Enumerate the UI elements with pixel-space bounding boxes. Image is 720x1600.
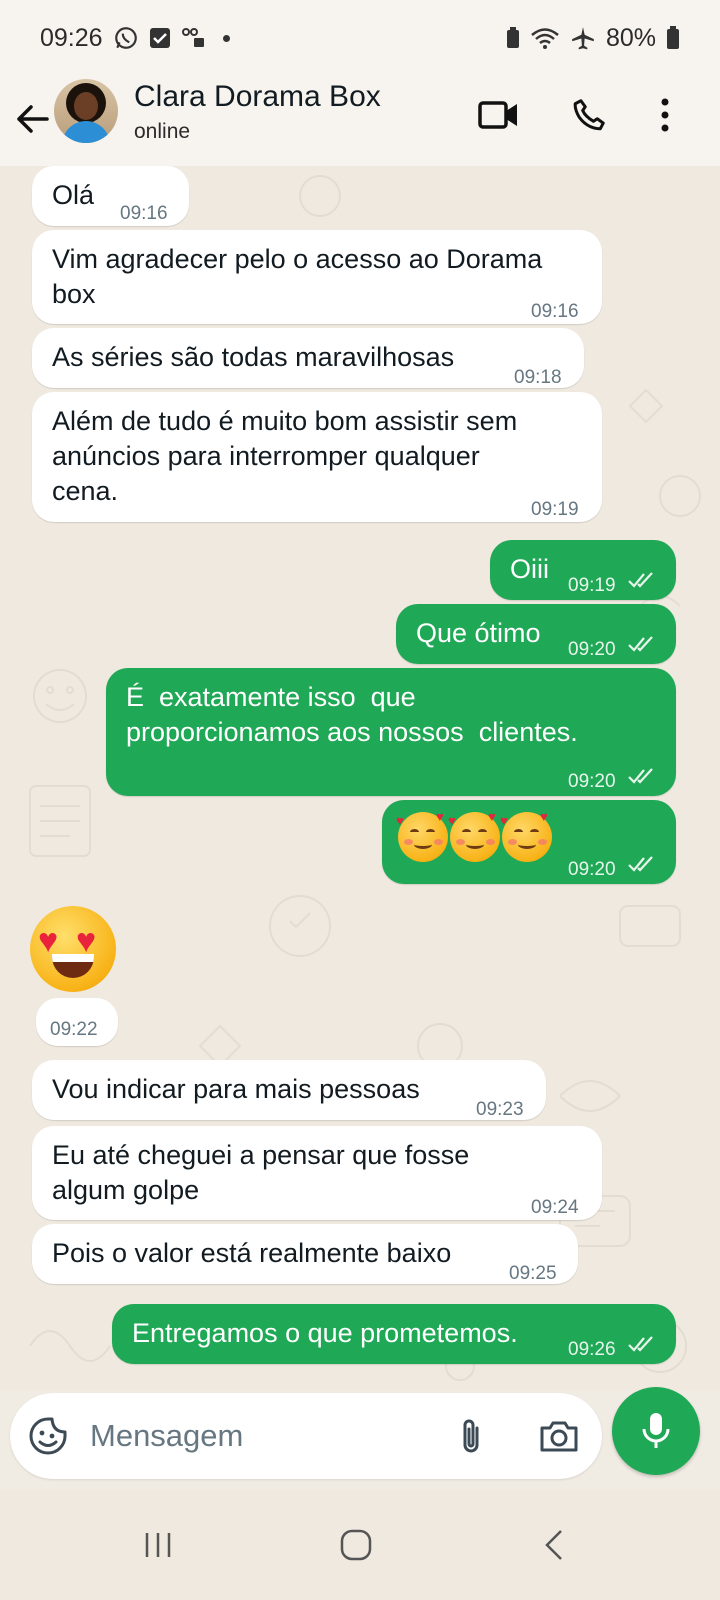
chevron-left-icon bbox=[545, 1530, 562, 1560]
phone-icon bbox=[573, 99, 605, 131]
microphone-icon bbox=[642, 1413, 670, 1448]
outgoing-message[interactable]: Que ótimo 09:20 bbox=[396, 604, 676, 664]
message-composer bbox=[10, 1393, 602, 1479]
heart-eye-right: ♥ bbox=[76, 922, 97, 960]
outgoing-message[interactable]: Entregamos o que prometemos. 09:26 bbox=[112, 1304, 676, 1364]
status-bar: 09:26 80% bbox=[0, 0, 720, 76]
battery-percent: 80% bbox=[605, 23, 656, 52]
message-text: Entregamos o que prometemos. bbox=[132, 1318, 518, 1348]
status-right: 80% bbox=[506, 24, 680, 53]
message-input[interactable] bbox=[90, 1413, 430, 1459]
sticker-icon bbox=[29, 1417, 67, 1455]
message-time: 09:24 bbox=[531, 1197, 579, 1218]
contact-status: online bbox=[134, 120, 191, 143]
outgoing-emoji-message[interactable]: ♥ ♥ ♥ ♥ ♥ ♥ 09:20 bbox=[382, 800, 676, 884]
incoming-message[interactable]: Pois o valor está realmente baixo 09:25 bbox=[32, 1224, 578, 1284]
sticker-button[interactable] bbox=[28, 1416, 68, 1461]
message-time: 09:22 bbox=[50, 1019, 98, 1040]
avatar[interactable] bbox=[54, 79, 118, 143]
message-text: As séries são todas maravilhosas bbox=[52, 342, 455, 372]
read-receipt-icon bbox=[628, 1336, 653, 1352]
incoming-message[interactable]: Olá 09:16 bbox=[32, 166, 189, 226]
status-left: 09:26 bbox=[40, 24, 230, 53]
whatsapp-icon bbox=[113, 25, 139, 51]
incoming-message[interactable]: Vim agradecer pelo o acesso ao Dorama bo… bbox=[32, 230, 602, 324]
message-time: 09:19 bbox=[568, 575, 616, 596]
smiling-face-with-hearts-emoji: ♥ ♥ bbox=[396, 810, 448, 862]
message-text: Vim agradecer pelo o acesso ao Dorama bo… bbox=[52, 244, 543, 309]
message-text: Olá bbox=[52, 180, 95, 210]
heart-eyes-emoji[interactable]: ♥ ♥ bbox=[30, 906, 116, 992]
checkbox-notification-icon bbox=[149, 27, 171, 49]
message-time: 09:26 bbox=[568, 1339, 616, 1360]
avatar-body bbox=[62, 121, 110, 143]
status-time: 09:26 bbox=[40, 23, 103, 52]
message-time: 09:23 bbox=[476, 1099, 524, 1120]
smiling-face-with-hearts-emoji: ♥ ♥ bbox=[500, 810, 552, 862]
notification-dot bbox=[222, 34, 230, 42]
more-options-button[interactable] bbox=[640, 90, 690, 140]
back-nav-button[interactable] bbox=[524, 1520, 584, 1570]
message-text: Vou indicar para mais pessoas bbox=[52, 1074, 420, 1104]
vpn-key-icon bbox=[181, 27, 207, 49]
emoji-row: ♥ ♥ ♥ ♥ ♥ ♥ bbox=[396, 810, 552, 862]
read-receipt-icon bbox=[628, 636, 653, 652]
outgoing-message[interactable]: É exatamente isso que proporcionamos aos… bbox=[106, 668, 676, 796]
emoji-mouth bbox=[52, 954, 94, 978]
message-time: 09:20 bbox=[568, 639, 616, 660]
chat-area[interactable]: Olá 09:16 Vim agradecer pelo o acesso ao… bbox=[0, 166, 720, 1391]
home-icon bbox=[340, 1529, 372, 1561]
attach-button[interactable] bbox=[448, 1413, 494, 1459]
avatar-face bbox=[74, 92, 98, 120]
voice-message-button[interactable] bbox=[612, 1387, 700, 1475]
camera-icon bbox=[540, 1421, 578, 1452]
message-text: Eu até cheguei a pensar que fosse algum … bbox=[52, 1140, 470, 1205]
airplane-mode-icon bbox=[570, 25, 596, 51]
incoming-message[interactable]: Eu até cheguei a pensar que fosse algum … bbox=[32, 1126, 602, 1220]
message-time: 09:18 bbox=[514, 367, 562, 388]
message-time: 09:20 bbox=[568, 859, 616, 880]
battery-saver-icon bbox=[506, 27, 520, 49]
message-text: É exatamente isso que proporcionamos aos… bbox=[126, 682, 578, 747]
incoming-message[interactable]: Vou indicar para mais pessoas 09:23 bbox=[32, 1060, 546, 1120]
message-time: 09:16 bbox=[120, 203, 168, 224]
message-text: Além de tudo é muito bom assistir sem an… bbox=[52, 406, 518, 506]
voice-call-button[interactable] bbox=[564, 90, 614, 140]
arrow-left-icon bbox=[17, 105, 49, 133]
message-time: 09:20 bbox=[568, 771, 616, 792]
recent-apps-button[interactable] bbox=[128, 1520, 188, 1570]
contact-name[interactable]: Clara Dorama Box bbox=[134, 80, 381, 114]
smiling-face-with-hearts-emoji: ♥ ♥ bbox=[448, 810, 500, 862]
message-text: Pois o valor está realmente baixo bbox=[52, 1238, 452, 1268]
home-button[interactable] bbox=[326, 1520, 386, 1570]
battery-icon bbox=[666, 26, 680, 50]
incoming-message[interactable]: As séries são todas maravilhosas 09:18 bbox=[32, 328, 584, 388]
system-navigation-bar bbox=[0, 1490, 720, 1600]
message-text: Que ótimo bbox=[416, 618, 541, 648]
wifi-icon bbox=[530, 26, 560, 50]
outgoing-message[interactable]: Oiii 09:19 bbox=[490, 540, 676, 600]
camera-button[interactable] bbox=[536, 1413, 582, 1459]
emoji-time-pill: 09:22 bbox=[36, 998, 118, 1046]
more-vertical-icon bbox=[661, 98, 669, 132]
message-time: 09:16 bbox=[531, 301, 579, 322]
recent-apps-icon bbox=[145, 1533, 171, 1557]
message-time: 09:19 bbox=[531, 499, 579, 520]
message-text: Oiii bbox=[510, 554, 549, 584]
heart-eye-left: ♥ bbox=[38, 922, 59, 960]
paperclip-icon bbox=[463, 1419, 479, 1453]
read-receipt-icon bbox=[628, 856, 653, 872]
message-time: 09:25 bbox=[509, 1263, 557, 1284]
read-receipt-icon bbox=[628, 768, 653, 784]
read-receipt-icon bbox=[628, 572, 653, 588]
chat-header: Clara Dorama Box online bbox=[0, 76, 720, 166]
back-button[interactable] bbox=[12, 94, 52, 144]
video-camera-icon bbox=[478, 101, 517, 129]
video-call-button[interactable] bbox=[474, 90, 524, 140]
incoming-message[interactable]: Além de tudo é muito bom assistir sem an… bbox=[32, 392, 602, 522]
